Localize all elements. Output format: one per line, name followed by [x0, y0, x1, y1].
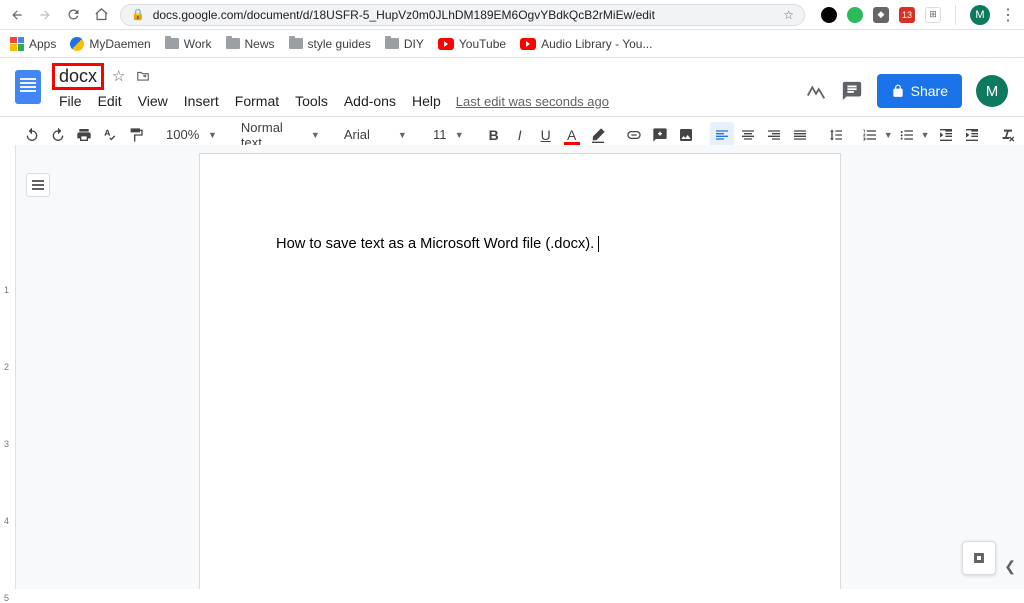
lock-icon — [891, 84, 905, 98]
highlight-button[interactable] — [586, 122, 610, 148]
home-button[interactable] — [92, 6, 110, 24]
account-avatar[interactable]: M — [976, 75, 1008, 107]
move-button[interactable] — [133, 67, 153, 85]
align-center-button[interactable] — [736, 122, 760, 148]
clear-formatting-button[interactable] — [996, 122, 1020, 148]
folder-icon — [226, 38, 240, 49]
docs-logo[interactable] — [12, 66, 44, 108]
back-button[interactable] — [8, 6, 26, 24]
insert-image-button[interactable] — [674, 122, 698, 148]
address-bar[interactable]: 🔒 docs.google.com/document/d/18USFR-5_Hu… — [120, 4, 805, 26]
add-comment-button[interactable] — [648, 122, 672, 148]
bookmark-youtube[interactable]: YouTube — [438, 37, 506, 51]
apps-shortcut[interactable]: Apps — [10, 37, 56, 51]
share-button[interactable]: Share — [877, 74, 962, 108]
spellcheck-button[interactable] — [98, 122, 122, 148]
font-select[interactable]: Arial▼ — [338, 122, 413, 148]
reload-button[interactable] — [64, 6, 82, 24]
decrease-indent-button[interactable] — [934, 122, 958, 148]
youtube-icon — [520, 38, 536, 50]
bulleted-list-button[interactable]: ▼ — [897, 122, 932, 148]
document-page[interactable]: How to save text as a Microsoft Word fil… — [199, 153, 841, 589]
bookmark-folder-work[interactable]: Work — [165, 37, 212, 51]
share-label: Share — [911, 83, 948, 99]
bookmark-audio-library[interactable]: Audio Library - You... — [520, 37, 652, 51]
bookmarks-bar: Apps MyDaemen Work News style guides DIY… — [0, 30, 1024, 58]
italic-button[interactable]: I — [508, 122, 532, 148]
styles-select[interactable]: Normal text▼ — [235, 122, 326, 148]
line-spacing-button[interactable] — [824, 122, 848, 148]
ext-icon-2[interactable] — [847, 7, 863, 23]
separator — [955, 5, 956, 25]
redo-button[interactable] — [46, 122, 70, 148]
bookmark-folder-style-guides[interactable]: style guides — [289, 37, 371, 51]
menu-addons[interactable]: Add-ons — [337, 90, 403, 112]
url-text: docs.google.com/document/d/18USFR-5_HupV… — [153, 8, 655, 22]
print-button[interactable] — [72, 122, 96, 148]
menu-view[interactable]: View — [131, 90, 175, 112]
site-icon — [70, 37, 84, 51]
increase-indent-button[interactable] — [960, 122, 984, 148]
folder-icon — [165, 38, 179, 49]
canvas-area: 1 2 3 4 5 How to save text as a Microsof… — [0, 145, 1024, 589]
font-size-select[interactable]: 11▼ — [425, 122, 470, 148]
apps-label: Apps — [29, 37, 56, 51]
apps-icon — [10, 37, 24, 51]
lock-icon: 🔒 — [131, 8, 145, 21]
comments-icon[interactable] — [841, 80, 863, 102]
ext-icon-3[interactable]: ◆ — [873, 7, 889, 23]
insert-link-button[interactable] — [622, 122, 646, 148]
menu-file[interactable]: File — [52, 90, 89, 112]
bookmark-folder-news[interactable]: News — [226, 37, 275, 51]
menu-help[interactable]: Help — [405, 90, 448, 112]
chrome-menu-button[interactable]: ⋮ — [1000, 5, 1016, 25]
forward-button[interactable] — [36, 6, 54, 24]
numbered-list-button[interactable]: ▼ — [860, 122, 895, 148]
menu-edit[interactable]: Edit — [91, 90, 129, 112]
star-button[interactable]: ☆ — [110, 65, 127, 87]
profile-avatar-small[interactable]: M — [970, 5, 990, 25]
document-text: How to save text as a Microsoft Word fil… — [276, 236, 594, 252]
folder-icon — [289, 38, 303, 49]
ext-icon-1[interactable] — [821, 7, 837, 23]
docs-header: docx ☆ File Edit View Insert Format Tool… — [0, 58, 1024, 114]
explore-icon — [969, 548, 989, 568]
explore-button[interactable] — [962, 541, 996, 575]
paint-format-button[interactable] — [124, 122, 148, 148]
scroll-down-button[interactable]: ❮ — [1004, 558, 1016, 575]
menu-format[interactable]: Format — [228, 90, 286, 112]
bookmark-mydaemen[interactable]: MyDaemen — [70, 37, 150, 51]
last-edit-link[interactable]: Last edit was seconds ago — [456, 94, 609, 109]
bold-button[interactable]: B — [482, 122, 506, 148]
underline-button[interactable]: U — [534, 122, 558, 148]
bookmark-star-icon[interactable]: ☆ — [783, 8, 794, 22]
zoom-select[interactable]: 100%▼ — [160, 122, 223, 148]
youtube-icon — [438, 38, 454, 50]
text-color-button[interactable]: A — [560, 122, 584, 148]
folder-icon — [385, 38, 399, 49]
extension-icons: ◆ 13 ⊞ — [815, 7, 941, 23]
ext-icon-badge[interactable]: 13 — [899, 7, 915, 23]
ext-icon-grid[interactable]: ⊞ — [925, 7, 941, 23]
align-right-button[interactable] — [762, 122, 786, 148]
vertical-ruler[interactable]: 1 2 3 4 5 — [0, 145, 16, 589]
undo-button[interactable] — [20, 122, 44, 148]
browser-toolbar: 🔒 docs.google.com/document/d/18USFR-5_Hu… — [0, 0, 1024, 30]
align-left-button[interactable] — [710, 122, 734, 148]
menu-tools[interactable]: Tools — [288, 90, 335, 112]
bookmark-folder-diy[interactable]: DIY — [385, 37, 424, 51]
align-justify-button[interactable] — [788, 122, 812, 148]
menu-bar: File Edit View Insert Format Tools Add-o… — [52, 88, 609, 114]
menu-insert[interactable]: Insert — [177, 90, 226, 112]
text-cursor — [594, 236, 599, 252]
document-title[interactable]: docx — [52, 63, 104, 90]
activity-icon[interactable] — [805, 80, 827, 102]
